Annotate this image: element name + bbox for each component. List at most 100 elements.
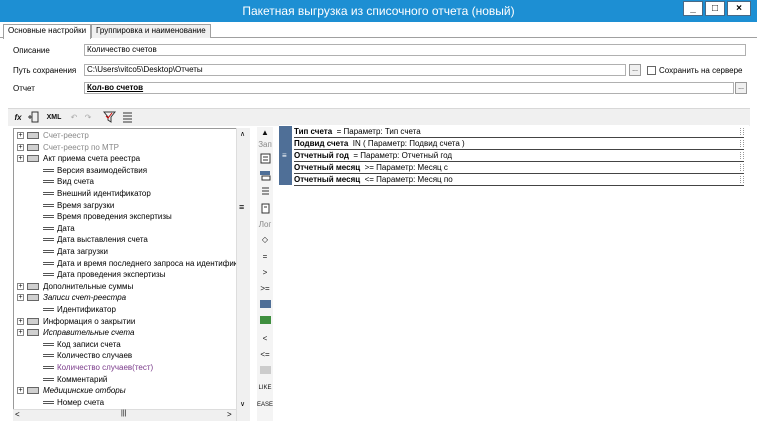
condition-row[interactable]: Отчетный месяц <= Параметр: Месяц по (294, 174, 744, 186)
field-icon (43, 226, 54, 230)
tree-item[interactable]: + Счет-реестр по МТР (14, 142, 249, 153)
tree-item[interactable]: Вид счета (14, 176, 249, 187)
field-icon (43, 238, 54, 242)
scroll-up-icon[interactable]: ∧ (240, 130, 245, 138)
op-equal[interactable]: = (257, 251, 273, 263)
row-grip-icon[interactable] (740, 152, 744, 159)
description-label: Описание (13, 46, 50, 55)
browse-report-button[interactable]: ... (735, 82, 747, 94)
op-icon-2[interactable] (257, 170, 273, 182)
tree-item[interactable]: Дата загрузки (14, 246, 249, 257)
scroll-right-icon[interactable]: > (227, 410, 232, 419)
report-field[interactable]: Кол-во счетов (84, 82, 734, 94)
conditions-panel[interactable]: ≡ Тип счета = Параметр: Тип счета Подвид… (279, 125, 749, 421)
condition-field: Отчетный месяц (294, 175, 361, 184)
field-icon (43, 203, 54, 207)
tree-item[interactable]: Дата (14, 223, 249, 234)
op-logic[interactable]: Лог (257, 219, 273, 231)
row-grip-icon[interactable] (740, 128, 744, 135)
op-write[interactable]: Зап (257, 139, 273, 151)
tree-horizontal-scrollbar[interactable]: < ||| > (13, 409, 236, 421)
expand-icon[interactable]: + (17, 143, 24, 151)
folder-icon (27, 317, 39, 325)
expand-icon[interactable]: + (17, 282, 24, 290)
op-less-equal[interactable]: <= (257, 349, 273, 361)
op-between-icon[interactable] (257, 316, 273, 328)
tree-item-label: Акт приема счета реестра (43, 154, 141, 164)
tab-main-settings[interactable]: Основные настройки (3, 24, 92, 39)
close-button[interactable]: × (727, 1, 751, 16)
op-ease[interactable]: EASE (257, 399, 273, 411)
expand-icon[interactable]: + (17, 317, 24, 325)
condition-row[interactable]: Отчетный месяц >= Параметр: Месяц с (294, 162, 744, 174)
tree-item[interactable]: + Дополнительные суммы (14, 281, 249, 292)
field-icon (43, 192, 54, 195)
browse-path-button[interactable]: ... (629, 64, 641, 76)
scroll-thumb[interactable]: ≡ (239, 202, 244, 212)
save-path-field[interactable]: C:\Users\vitco5\Desktop\Отчеты (84, 64, 626, 76)
expand-icon[interactable]: + (17, 155, 24, 163)
op-less[interactable]: < (257, 333, 273, 345)
undo-button[interactable]: ↶ (68, 111, 80, 124)
scroll-left-icon[interactable]: < (15, 410, 20, 419)
expand-icon[interactable]: + (17, 387, 24, 395)
tree-item[interactable]: Дата и время последнего запроса на идент… (14, 258, 249, 269)
list-icon[interactable] (120, 111, 134, 124)
maximize-button[interactable]: □ (705, 1, 725, 16)
tree-item[interactable]: + Счет-реестр (14, 130, 249, 141)
tree-item[interactable]: Версия взаимодействия (14, 165, 249, 176)
condition-row[interactable]: Отчетный год = Параметр: Отчетный год (294, 150, 744, 162)
tree-item[interactable]: + Информация о закрытии (14, 316, 249, 327)
tree-item[interactable]: Дата выставления счета (14, 234, 249, 245)
description-field[interactable]: Количество счетов (84, 44, 746, 56)
tree-item[interactable]: Внешний идентификатор (14, 188, 249, 199)
minimize-button[interactable]: _ (683, 1, 703, 16)
tree-item[interactable]: Комментарий (14, 374, 249, 385)
op-icon-1[interactable] (257, 153, 273, 165)
op-like[interactable]: LIKE (257, 382, 273, 394)
tree-item[interactable]: + Записи счет-реестра (14, 292, 249, 303)
tree-item[interactable]: Количество случаев (14, 350, 249, 361)
tree-item[interactable]: + Акт приема счета реестра (14, 153, 249, 164)
add-field-icon[interactable] (26, 111, 40, 124)
op-null-icon[interactable] (257, 366, 273, 378)
op-icon-4[interactable] (257, 203, 273, 215)
redo-button[interactable]: ↷ (82, 111, 94, 124)
move-up-icon[interactable]: ▲ (257, 127, 273, 139)
save-on-server-checkbox[interactable] (647, 66, 656, 75)
condition-row[interactable]: Подвид счета IN ( Параметр: Подвид счета… (294, 138, 744, 150)
op-greater-equal[interactable]: >= (257, 283, 273, 295)
hscroll-thumb[interactable]: ||| (121, 410, 126, 417)
tree-item[interactable]: Дата проведения экспертизы (14, 269, 249, 280)
field-icon (43, 273, 54, 277)
formula-button[interactable]: fx (12, 111, 24, 124)
filter-check-icon[interactable] (102, 111, 116, 124)
tree-vertical-scrollbar[interactable]: ∧ ≡ ∨ (236, 128, 250, 421)
tree-item[interactable]: + Исправительные счета (14, 327, 249, 338)
op-not-equal[interactable]: ◇ (257, 234, 273, 246)
field-tree[interactable]: + Счет-реестр + Счет-реестр по МТР + Акт прие… (13, 128, 250, 421)
op-icon-3[interactable] (257, 186, 273, 198)
and-group-bar[interactable]: ≡ (279, 126, 292, 185)
row-grip-icon[interactable] (740, 140, 744, 147)
condition-row[interactable]: Тип счета = Параметр: Тип счета (294, 126, 744, 138)
xml-button[interactable]: XML (44, 111, 64, 124)
tree-item[interactable]: Идентификатор (14, 304, 249, 315)
row-grip-icon[interactable] (740, 164, 744, 171)
tree-item-label: Счет-реестр (43, 131, 89, 140)
tree-item[interactable]: + Медицинские отборы (14, 385, 249, 396)
tree-item[interactable]: Код записи счета (14, 339, 249, 350)
row-grip-icon[interactable] (740, 176, 744, 183)
expand-icon[interactable]: + (17, 294, 24, 302)
expand-icon[interactable]: + (17, 132, 24, 139)
op-greater[interactable]: > (257, 267, 273, 279)
expand-icon[interactable]: + (17, 329, 24, 337)
tree-item[interactable]: Номер счета (14, 397, 249, 408)
scroll-down-icon[interactable]: ∨ (240, 400, 245, 408)
tree-item[interactable]: Количество случаев(тест) (14, 362, 249, 373)
tab-grouping[interactable]: Группировка и наименование (91, 24, 211, 38)
op-in-icon[interactable] (257, 300, 273, 312)
tree-item[interactable]: Время загрузки (14, 200, 249, 211)
tree-item[interactable]: Время проведения экспертизы (14, 211, 249, 222)
tree-item-label: Исправительные счета (43, 328, 135, 338)
